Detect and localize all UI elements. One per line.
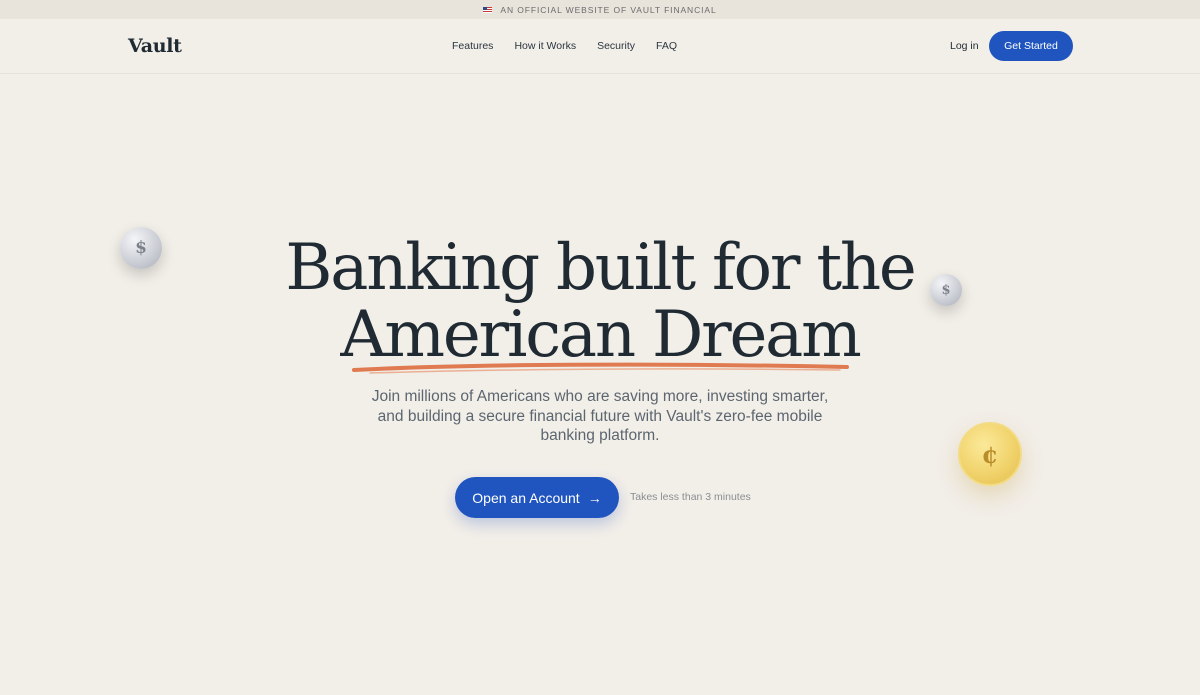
coin-symbol: ¢ xyxy=(981,439,999,469)
hero-title-line-2: American Dream xyxy=(340,298,861,372)
hero-title-line-1: Banking built for the xyxy=(285,231,916,305)
open-account-button[interactable]: Open an Account → xyxy=(455,477,619,518)
hero-subtitle: Join millions of Americans who are savin… xyxy=(371,388,829,444)
us-flag-icon xyxy=(483,6,493,13)
nav-link-features[interactable]: Features xyxy=(452,40,493,52)
brush-underline-decoration xyxy=(352,362,849,374)
login-link[interactable]: Log in xyxy=(950,40,979,52)
nav-link-faq[interactable]: FAQ xyxy=(656,40,677,52)
signup-time-note: Takes less than 3 minutes xyxy=(630,491,751,503)
get-started-button[interactable]: Get Started xyxy=(989,31,1073,61)
nav-link-how-it-works[interactable]: How it Works xyxy=(514,40,576,52)
official-site-banner: AN OFFICIAL WEBSITE OF VAULT FINANCIAL xyxy=(0,0,1200,19)
vault-logo[interactable]: Vault xyxy=(128,35,182,57)
nav-link-security[interactable]: Security xyxy=(597,40,635,52)
arrow-right-icon: → xyxy=(587,489,602,506)
nav-links: Features How it Works Security FAQ xyxy=(452,40,677,52)
gold-cent-coin-icon: ¢ xyxy=(958,422,1022,486)
top-navigation: Vault Features How it Works Security FAQ… xyxy=(0,19,1200,74)
open-account-label: Open an Account xyxy=(472,489,580,506)
banner-text: AN OFFICIAL WEBSITE OF VAULT FINANCIAL xyxy=(500,4,717,15)
